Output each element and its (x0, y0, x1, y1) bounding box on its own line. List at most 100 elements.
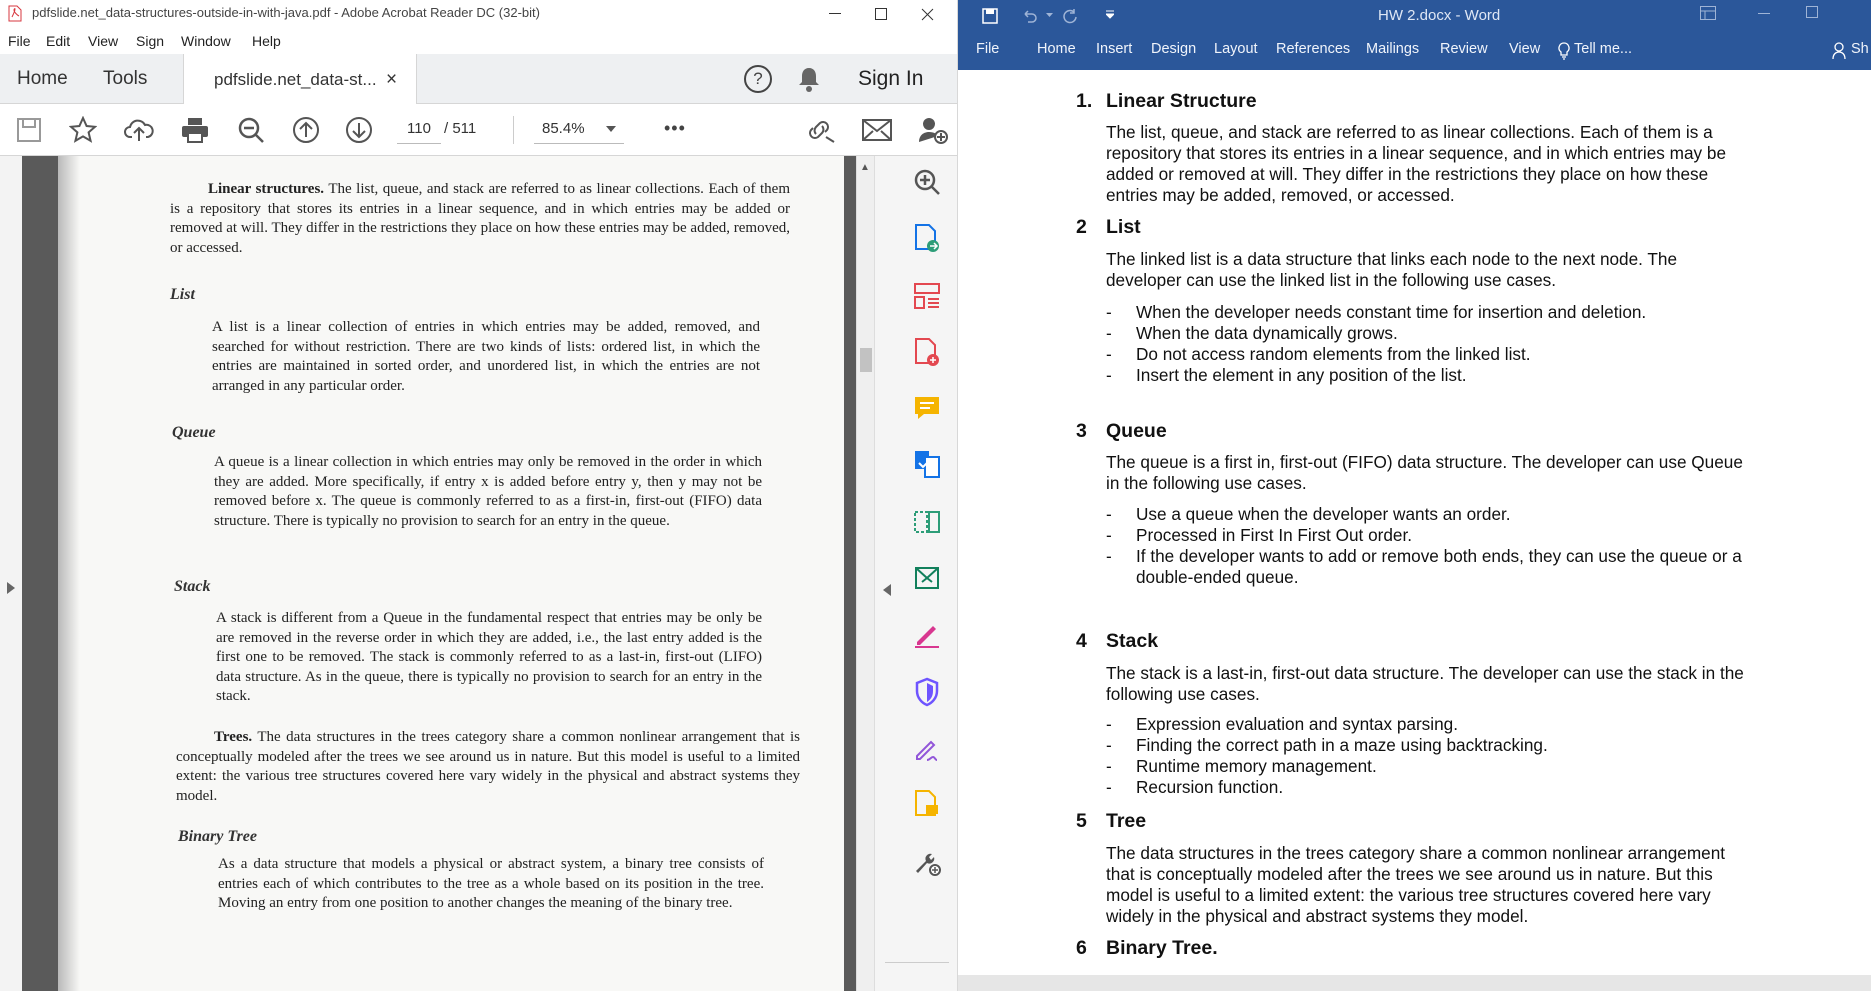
customize-toolbar-icon[interactable] (1106, 9, 1114, 19)
tool-fill-sign-button[interactable] (911, 618, 943, 650)
tool-request-signature-button[interactable] (911, 732, 943, 764)
tab-tools[interactable]: Tools (103, 54, 147, 104)
more-tools-button[interactable]: ••• (664, 118, 686, 139)
zoom-in-icon (914, 169, 940, 195)
word-horizontal-scrollbar[interactable] (958, 975, 1871, 991)
bullet-dash: - (1106, 302, 1112, 322)
send-icon (915, 567, 939, 589)
list-item-text: Expression evaluation and syntax parsing… (1136, 714, 1458, 734)
save-button[interactable] (14, 116, 44, 144)
menu-help[interactable]: Help (252, 33, 281, 49)
share-button[interactable]: Sh (1851, 41, 1869, 57)
tool-combine-button[interactable] (911, 448, 943, 480)
sign-in-link[interactable]: Sign In (858, 54, 923, 104)
tool-zoom-button[interactable] (911, 166, 943, 198)
ribbon-tab-layout[interactable]: Layout (1214, 41, 1258, 57)
tool-comment-button[interactable] (911, 392, 943, 424)
tool-compress-button[interactable] (911, 506, 943, 538)
previous-page-button[interactable] (291, 116, 321, 144)
section-number: 1. (1076, 90, 1093, 112)
acrobat-window-title: pdfslide.net_data-structures-outside-in-… (32, 5, 540, 20)
undo-icon[interactable] (1022, 8, 1038, 24)
list-item-text: When the data dynamically grows. (1136, 323, 1398, 343)
tool-send-button[interactable] (911, 562, 943, 594)
left-panel-toggle[interactable] (0, 156, 22, 991)
page-number-input[interactable]: 110 (397, 114, 441, 144)
list-paragraph: The linked list is a data structure that… (1106, 249, 1678, 290)
star-icon (69, 116, 97, 143)
bullet-dash: - (1106, 756, 1112, 776)
section-number: 2 (1076, 216, 1087, 238)
tree-paragraph: The data structures in the trees categor… (1106, 843, 1726, 926)
ribbon-tab-insert[interactable]: Insert (1096, 41, 1132, 57)
close-window-button[interactable] (904, 0, 950, 28)
collapse-tools-pane-icon[interactable] (883, 584, 891, 596)
help-icon[interactable]: ? (744, 65, 772, 93)
bell-icon[interactable] (797, 66, 821, 92)
section-title: Stack (1106, 630, 1159, 652)
menu-sign[interactable]: Sign (136, 33, 164, 49)
word-document-page[interactable]: 1. Linear Structure The list, queue, and … (958, 70, 1871, 975)
maximize-icon[interactable] (1806, 6, 1818, 18)
add-user-button[interactable] (918, 116, 948, 144)
menu-edit[interactable]: Edit (46, 33, 70, 49)
print-icon (182, 118, 208, 143)
stack-paragraph: The stack is a last-in, first-out data s… (1106, 663, 1744, 704)
arrow-down-circle-icon (346, 117, 372, 143)
ribbon-tab-home[interactable]: Home (1037, 41, 1076, 57)
bullet-dash: - (1106, 777, 1112, 797)
tool-more-tools-button[interactable] (911, 846, 943, 878)
section-heading-1: 1. Linear Structure (1076, 90, 1257, 113)
document-viewport[interactable]: Linear structures. The list, queue, and … (22, 156, 856, 991)
tab-document[interactable]: pdfslide.net_data-st... × (183, 54, 417, 105)
undo-dropdown-icon[interactable] (1046, 13, 1053, 17)
save-icon[interactable] (982, 8, 998, 24)
acrobat-window: pdfslide.net_data-structures-outside-in-… (0, 0, 958, 991)
scroll-up-icon[interactable]: ▲ (860, 162, 870, 173)
tab-home[interactable]: Home (17, 54, 68, 104)
tool-organize-button[interactable] (911, 280, 943, 312)
menu-window[interactable]: Window (181, 33, 231, 49)
vertical-scrollbar[interactable]: ▲ (856, 156, 874, 991)
close-icon (921, 8, 933, 20)
tool-create-pdf-button[interactable] (911, 336, 943, 368)
redo-icon[interactable] (1062, 8, 1078, 24)
next-page-button[interactable] (344, 116, 374, 144)
zoom-out-button[interactable] (236, 116, 266, 144)
tool-edit-pdf-button[interactable] (911, 788, 943, 820)
tab-close-button[interactable]: × (386, 69, 397, 91)
wrench-plus-icon (916, 853, 941, 876)
bullet-dash: - (1106, 344, 1112, 364)
ribbon-tab-view[interactable]: View (1509, 41, 1540, 57)
combine-files-icon (915, 451, 940, 478)
ribbon-tab-mailings[interactable]: Mailings (1366, 41, 1419, 57)
section-title: Queue (1106, 420, 1167, 442)
share-link-button[interactable] (806, 116, 836, 144)
print-button[interactable] (180, 116, 210, 144)
upload-cloud-button[interactable] (124, 116, 154, 144)
minimize-button[interactable] (812, 0, 858, 28)
tab-document-label: pdfslide.net_data-st... (214, 69, 377, 89)
tool-protect-button[interactable] (911, 676, 943, 708)
ribbon-tab-references[interactable]: References (1276, 41, 1350, 57)
list-item-text: Runtime memory management. (1136, 756, 1377, 776)
zoom-select[interactable]: 85.4% (534, 114, 624, 144)
bookmark-star-button[interactable] (68, 116, 98, 144)
shield-icon (915, 677, 939, 707)
maximize-button[interactable] (858, 0, 904, 28)
tool-export-pdf-button[interactable] (911, 222, 943, 254)
tell-me-search[interactable]: Tell me... (1574, 41, 1632, 57)
email-button[interactable] (862, 116, 892, 144)
ribbon-tab-review[interactable]: Review (1440, 41, 1488, 57)
chevron-down-icon (606, 126, 616, 132)
menu-view[interactable]: View (88, 33, 118, 49)
word-ribbon-tabs: File Home Insert Design Layout Reference… (958, 32, 1871, 70)
minimize-icon[interactable] (1758, 13, 1770, 15)
ribbon-tab-design[interactable]: Design (1151, 41, 1196, 57)
acrobat-content-area: Linear structures. The list, queue, and … (0, 156, 957, 991)
scrollbar-thumb[interactable] (860, 348, 872, 372)
comment-icon (915, 397, 939, 419)
ribbon-tab-file[interactable]: File (976, 41, 999, 57)
menu-file[interactable]: File (8, 33, 31, 49)
ribbon-display-options-icon[interactable] (1700, 6, 1716, 20)
